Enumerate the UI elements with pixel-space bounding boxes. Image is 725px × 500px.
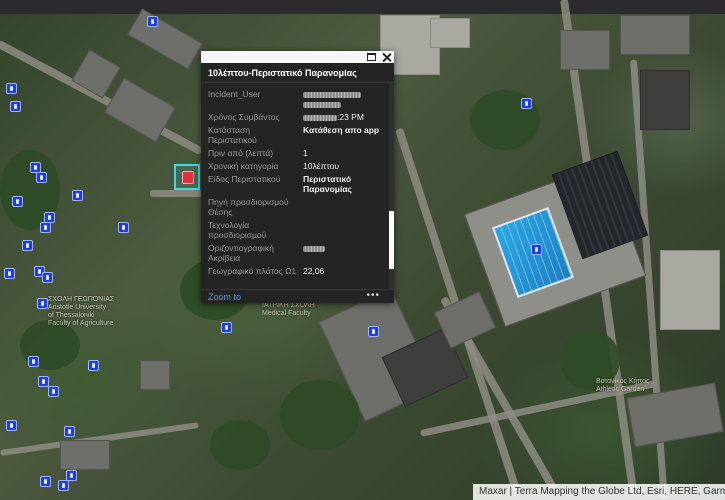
attr-value: 22,06 (303, 266, 325, 276)
attr-value (303, 197, 383, 217)
attr-value: 1 (303, 148, 308, 158)
incident-marker-icon[interactable] (28, 356, 39, 367)
attr-key: Τεχνολογία προσδιορισμού (208, 220, 267, 240)
attr-key: Είδος Περιστατικού (208, 174, 281, 184)
divider (201, 82, 394, 83)
map-label-faculty: ΙΑΤΡΙΚΗ ΣΧΟΛΗ Medical Faculty (262, 302, 315, 317)
popup-title: 10λέπτου-Περιστατικό Παρανομίας (208, 68, 357, 78)
attr-row: Χρόνος Συμβάντος :23 PM (208, 112, 386, 122)
map-attribution: Maxar | Terra Mapping the Globe Ltd, Esr… (473, 484, 725, 500)
zoom-to-link[interactable]: Zoom to (208, 292, 241, 302)
attr-key: Κατάσταση Περιστατικού (208, 125, 257, 145)
attr-key: Οριζοντιογραφική Ακρίβεια (208, 243, 274, 263)
incident-marker-icon[interactable] (118, 222, 129, 233)
incident-marker-icon[interactable] (12, 196, 23, 207)
popup-controls (367, 51, 391, 63)
attr-value (303, 220, 383, 240)
attr-key: Χρόνος Συμβάντος (208, 112, 280, 122)
selected-incident-marker-icon[interactable] (182, 171, 194, 184)
incident-marker-icon[interactable] (37, 298, 48, 309)
incident-marker-icon[interactable] (221, 322, 232, 333)
popup-header (201, 51, 394, 63)
redacted-value (303, 245, 325, 252)
attr-key: Πηγή προσδιορισμού Θέσης (208, 197, 289, 217)
incident-marker-icon[interactable] (521, 98, 532, 109)
attr-row: Τεχνολογία προσδιορισμού (208, 220, 386, 240)
incident-marker-icon[interactable] (42, 272, 53, 283)
scrollbar-thumb[interactable] (389, 211, 394, 269)
attr-value: Περιστατικό Παρανομίας (303, 174, 352, 194)
incident-marker-icon[interactable] (40, 476, 51, 487)
incident-marker-icon[interactable] (36, 172, 47, 183)
incident-marker-icon[interactable] (58, 480, 69, 491)
incident-marker-icon[interactable] (22, 240, 33, 251)
popup-attributes: Incident_User Χρόνος Συμβάντος :23 PM Κα… (208, 89, 386, 287)
redacted-value (303, 91, 361, 98)
attr-key: Χρονική κατηγορία (208, 161, 279, 171)
attr-value: :23 PM (303, 112, 383, 122)
top-bar (0, 0, 725, 14)
map-label-university: ΣΧΟΛΗ ΓΕΩΠΟΝΙΑΣ Aristotle University of … (48, 296, 115, 327)
incident-marker-icon[interactable] (40, 222, 51, 233)
attr-row: Incident_User (208, 89, 386, 109)
incident-marker-icon[interactable] (66, 470, 77, 481)
selected-incident-highlight[interactable] (174, 164, 200, 190)
attr-key: Πριν από (λεπτά) (208, 148, 274, 158)
attr-value-text: :23 PM (337, 112, 364, 122)
incident-marker-icon[interactable] (147, 16, 158, 27)
building (560, 30, 610, 70)
attr-row: Κατάσταση Περιστατικού Κατάθεση απο app (208, 125, 386, 145)
building (430, 18, 470, 48)
incident-marker-icon[interactable] (4, 268, 15, 279)
attr-value: 10λέπτου (303, 161, 339, 171)
close-icon[interactable] (382, 53, 391, 62)
building (60, 440, 110, 470)
building (127, 8, 203, 70)
building (620, 15, 690, 55)
incident-marker-icon[interactable] (368, 326, 379, 337)
incident-marker-icon[interactable] (531, 244, 542, 255)
dock-icon[interactable] (367, 53, 376, 61)
map-label-garden: Βοτανικός Κήπος Athletic Garden (596, 378, 650, 393)
popup-footer: Zoom to ••• (201, 289, 394, 303)
feature-popup: 10λέπτου-Περιστατικό Παρανομίας Incident… (201, 51, 394, 303)
attr-row: Πηγή προσδιορισμού Θέσης (208, 197, 386, 217)
attr-row: Είδος Περιστατικού Περιστατικό Παρανομία… (208, 174, 386, 194)
tree-cluster (280, 380, 360, 450)
incident-marker-icon[interactable] (88, 360, 99, 371)
incident-marker-icon[interactable] (6, 420, 17, 431)
incident-marker-icon[interactable] (48, 386, 59, 397)
redacted-value (303, 101, 341, 108)
attr-row: Γεωγραφικό πλάτος Ω1 22,06 (208, 266, 386, 276)
attr-row: Οριζοντιογραφική Ακρίβεια (208, 243, 386, 263)
building (640, 70, 690, 130)
building (140, 360, 170, 390)
attr-value (303, 243, 383, 263)
attr-key: Γεωγραφικό πλάτος Ω1 (208, 266, 297, 276)
incident-marker-icon[interactable] (38, 376, 49, 387)
incident-marker-icon[interactable] (64, 426, 75, 437)
attr-value: Κατάθεση απο app (303, 125, 380, 135)
attr-row: Πριν από (λεπτά) 1 (208, 148, 386, 158)
attr-key: Incident_User (208, 89, 261, 99)
incident-marker-icon[interactable] (10, 101, 21, 112)
incident-marker-icon[interactable] (72, 190, 83, 201)
attr-row: Χρονική κατηγορία 10λέπτου (208, 161, 386, 171)
building (660, 250, 720, 330)
more-actions-icon[interactable]: ••• (366, 290, 380, 301)
popup-scrollbar[interactable] (389, 83, 394, 289)
redacted-value (303, 114, 337, 121)
attr-value (303, 89, 383, 109)
tree-cluster (210, 420, 270, 470)
incident-marker-icon[interactable] (6, 83, 17, 94)
